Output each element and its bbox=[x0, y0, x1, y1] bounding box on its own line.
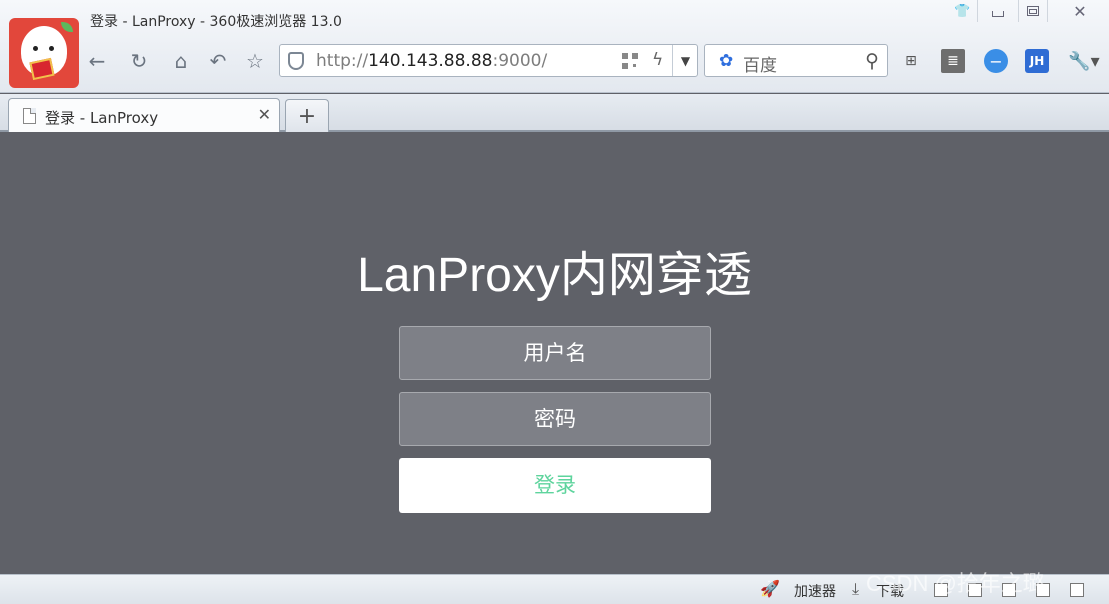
username-field[interactable]: 用户名 bbox=[399, 326, 711, 380]
lightning-icon[interactable]: ϟ bbox=[652, 50, 663, 70]
rocket-icon[interactable]: 🚀 bbox=[760, 579, 780, 598]
back-arrow-icon[interactable]: ← bbox=[84, 48, 110, 74]
page-icon bbox=[23, 108, 36, 124]
page-content: LanProxy内网穿透 用户名 密码 登录 bbox=[0, 133, 1109, 574]
url-host: 140.143.88.88 bbox=[368, 51, 493, 71]
blue-circle-icon[interactable]: − bbox=[984, 49, 1008, 73]
search-icon[interactable]: ⚲ bbox=[865, 50, 879, 72]
watermark: CSDN @拾年之璐 bbox=[866, 571, 1045, 596]
refresh-icon[interactable]: ↻ bbox=[126, 48, 152, 74]
tab-strip: 登录 - LanProxy ✕ + bbox=[0, 94, 1109, 132]
skin-icon[interactable]: 👕 bbox=[948, 0, 978, 22]
baidu-paw-icon: ✿ bbox=[719, 51, 734, 71]
url-suffix: :9000/ bbox=[492, 51, 548, 71]
tab-close-icon[interactable]: ✕ bbox=[258, 105, 271, 124]
address-dropdown-button[interactable]: ▼ bbox=[672, 45, 698, 76]
qr-code-icon[interactable] bbox=[622, 53, 638, 69]
download-icon[interactable]: ⤓ bbox=[852, 579, 859, 599]
search-engine-label: 百度 bbox=[743, 56, 777, 76]
url-prefix: http:// bbox=[316, 51, 369, 71]
browser-logo-icon bbox=[9, 18, 79, 88]
security-shield-icon[interactable] bbox=[288, 52, 304, 70]
password-field[interactable]: 密码 bbox=[399, 392, 711, 446]
jh-icon[interactable]: JH bbox=[1025, 49, 1049, 73]
tab-login[interactable]: 登录 - LanProxy ✕ bbox=[8, 98, 280, 132]
search-box[interactable]: ✿ 百度 ⚲ bbox=[704, 44, 888, 77]
extensions-icon[interactable]: ⊞ bbox=[899, 49, 923, 73]
url-text[interactable]: http://140.143.88.88:9000/ bbox=[316, 51, 547, 71]
close-window-button[interactable]: ✕ bbox=[1062, 0, 1098, 22]
home-icon[interactable]: ⌂ bbox=[168, 48, 194, 74]
page-title: LanProxy内网穿透 bbox=[357, 249, 752, 302]
address-bar[interactable]: http://140.143.88.88:9000/ ϟ ▼ bbox=[279, 44, 698, 77]
window-title: 登录 - LanProxy - 360极速浏览器 13.0 bbox=[90, 14, 342, 30]
notes-icon[interactable]: ≣ bbox=[941, 49, 965, 73]
wrench-icon[interactable]: 🔧▾ bbox=[1067, 49, 1101, 73]
zoom-icon[interactable] bbox=[1070, 583, 1084, 597]
maximize-button[interactable] bbox=[1018, 0, 1048, 22]
browser-toolbar: 登录 - LanProxy - 360极速浏览器 13.0 👕 ✕ ← ↻ ⌂ … bbox=[0, 0, 1109, 93]
star-icon[interactable]: ☆ bbox=[242, 48, 268, 74]
login-button[interactable]: 登录 bbox=[399, 458, 711, 513]
undo-icon[interactable]: ↶ bbox=[205, 48, 231, 74]
new-tab-button[interactable]: + bbox=[285, 99, 329, 132]
tab-label: 登录 - LanProxy bbox=[45, 109, 159, 127]
minimize-button[interactable] bbox=[983, 0, 1013, 22]
accelerator-label[interactable]: 加速器 bbox=[794, 581, 836, 601]
